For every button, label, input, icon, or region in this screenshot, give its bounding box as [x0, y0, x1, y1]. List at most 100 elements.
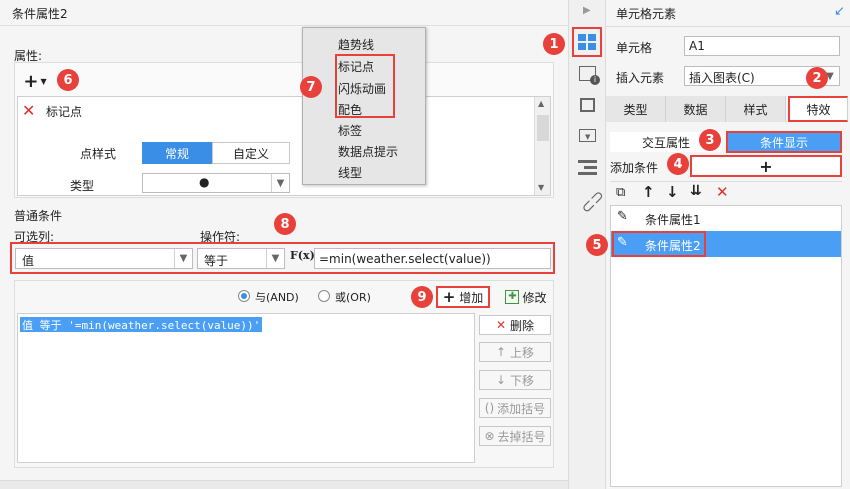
add-bracket-button[interactable]: () 添加括号: [479, 398, 551, 418]
operator-select[interactable]: 等于 ▼: [197, 248, 285, 269]
marker-item-label: 标记点: [46, 105, 83, 119]
badge-9: 9: [411, 286, 433, 308]
column-value: 值: [22, 254, 35, 268]
modify-button-label: 修改: [522, 290, 547, 305]
sub-tab-conditional-display[interactable]: 条件显示: [726, 131, 842, 153]
collapse-arrow-icon[interactable]: ▶: [583, 5, 591, 16]
panel-title: 条件属性2: [12, 7, 68, 21]
remove-bracket-label: 去掉括号: [497, 429, 546, 444]
delete-x-icon: ✕: [495, 318, 507, 332]
right-panel-title: 单元格元素: [616, 7, 677, 21]
attribute-list: ✕ 标记点 点样式 常规 自定义 类型 ● ▼ ▲ ▼: [17, 96, 551, 196]
scroll-down-icon[interactable]: ▼: [538, 183, 544, 192]
point-style-normal-button[interactable]: 常规: [142, 142, 212, 164]
insert-element-value: 插入图表(C): [689, 71, 755, 85]
condition-toolbar: ⧉ ↑ ↓ ⇊ ✕: [610, 181, 842, 205]
copy-icon[interactable]: ⧉: [616, 185, 625, 200]
delete-label: 删除: [510, 318, 535, 333]
cell-input[interactable]: A1: [684, 36, 840, 56]
point-style-custom-button[interactable]: 自定义: [212, 142, 290, 164]
condition-attributes-panel: 条件属性2 属性: + ▼ ✕ 标记点 点样式 常规 自定义 类型 ● ▼ ▲ ▼…: [0, 0, 568, 489]
list-icon[interactable]: [578, 160, 597, 176]
formula-input[interactable]: =min(weather.select(value)): [314, 248, 551, 269]
add-condition-plus-button[interactable]: +: [690, 155, 842, 177]
move-bottom-icon[interactable]: ⇊: [690, 183, 702, 199]
cell-label: 单元格: [616, 41, 653, 55]
cell-value: A1: [689, 39, 705, 53]
and-label: 与(AND): [255, 291, 299, 304]
tab-type[interactable]: 类型: [606, 96, 666, 122]
menu-item-tooltip[interactable]: 数据点提示: [338, 143, 398, 160]
arrow-down-icon[interactable]: ↓: [666, 183, 679, 201]
move-down-button[interactable]: ↓ 下移: [479, 370, 551, 390]
attribute-scrollbar[interactable]: ▲ ▼: [534, 97, 550, 195]
condition-list-right: ✎ 条件属性1 ✎ 条件属性2: [610, 205, 842, 487]
or-label: 或(OR): [335, 291, 371, 304]
badge-6: 6: [57, 69, 79, 91]
add-button-label: 增加: [459, 290, 484, 305]
common-conditions-label: 普通条件: [14, 209, 63, 223]
move-down-label: 下移: [510, 373, 535, 388]
badge-3: 3: [699, 129, 721, 151]
formula-icon[interactable]: F(x): [290, 249, 315, 269]
condition-item-label: 条件属性1: [645, 213, 701, 227]
badge-2: 2: [806, 67, 828, 89]
remove-bracket-button[interactable]: ⊗ 去掉括号: [479, 426, 551, 446]
arrow-up-icon: ↑: [495, 345, 507, 359]
scroll-up-icon[interactable]: ▲: [538, 99, 544, 108]
frame-icon[interactable]: [580, 98, 595, 112]
badge-4: 4: [667, 153, 689, 175]
grid-icon[interactable]: [578, 34, 596, 50]
menu-highlight: [335, 54, 395, 118]
menu-item-trendline[interactable]: 趋势线: [338, 36, 374, 53]
operator-value: 等于: [204, 254, 229, 268]
type-value: ●: [199, 175, 210, 189]
and-radio[interactable]: [238, 290, 250, 302]
attribute-dropdown-menu: 趋势线 标记点 闪烁动画 配色 标签 数据点提示 线型: [302, 27, 426, 185]
condition-list[interactable]: 值 等于 '=min(weather.select(value))': [17, 313, 475, 463]
or-radio[interactable]: [318, 290, 330, 302]
delete-button[interactable]: ✕ 删除: [479, 315, 551, 335]
bottom-scrollbar[interactable]: [0, 480, 568, 489]
cell-attribute-icon[interactable]: i: [579, 66, 600, 85]
condition-item-highlight: [612, 231, 706, 257]
chevron-down-icon: ▼: [174, 249, 192, 268]
condition-line[interactable]: 值 等于 '=min(weather.select(value))': [20, 317, 263, 332]
arrow-down-icon: ↓: [495, 373, 507, 387]
menu-item-label[interactable]: 标签: [338, 122, 362, 139]
point-style-label: 点样式: [80, 147, 117, 161]
type-label: 类型: [70, 179, 95, 193]
column-select[interactable]: 值 ▼: [15, 248, 193, 269]
menu-item-line-type[interactable]: 线型: [338, 164, 362, 181]
move-up-label: 上移: [510, 345, 535, 360]
add-bracket-label: 添加括号: [497, 401, 546, 416]
remove-bracket-icon: ⊗: [484, 429, 495, 443]
type-select[interactable]: ● ▼: [142, 173, 290, 193]
add-condition-button[interactable]: + 增加: [436, 286, 490, 308]
add-condition-label: 添加条件: [610, 161, 659, 175]
widget-icon[interactable]: ▼: [579, 129, 596, 142]
link-icon[interactable]: ⊂⊃: [576, 185, 608, 217]
arrow-up-icon[interactable]: ↑: [642, 183, 655, 201]
badge-5: 5: [586, 234, 608, 256]
badge-1: 1: [543, 33, 565, 55]
condition-item-1[interactable]: ✎ 条件属性1: [611, 206, 841, 230]
tab-effects[interactable]: 特效: [788, 96, 848, 122]
collapse-icon[interactable]: ↙: [834, 4, 845, 19]
chevron-down-icon: ▼: [266, 249, 284, 268]
tab-data[interactable]: 数据: [666, 96, 726, 122]
badge-8: 8: [274, 213, 296, 235]
insert-element-label: 插入元素: [616, 71, 665, 85]
badge-7: 7: [300, 76, 322, 98]
scroll-thumb[interactable]: [537, 115, 549, 141]
plus-icon: +: [23, 70, 39, 92]
delete-x-icon[interactable]: ✕: [22, 103, 38, 119]
tab-style[interactable]: 样式: [726, 96, 786, 122]
delete-x-icon[interactable]: ✕: [716, 183, 729, 201]
modify-icon: ✚: [505, 290, 520, 304]
plus-icon: +: [442, 288, 456, 306]
move-up-button[interactable]: ↑ 上移: [479, 342, 551, 362]
modify-button[interactable]: ✚ 修改: [500, 287, 552, 307]
add-attribute-button[interactable]: + ▼: [17, 69, 53, 93]
chevron-down-icon: ▼: [271, 174, 289, 192]
